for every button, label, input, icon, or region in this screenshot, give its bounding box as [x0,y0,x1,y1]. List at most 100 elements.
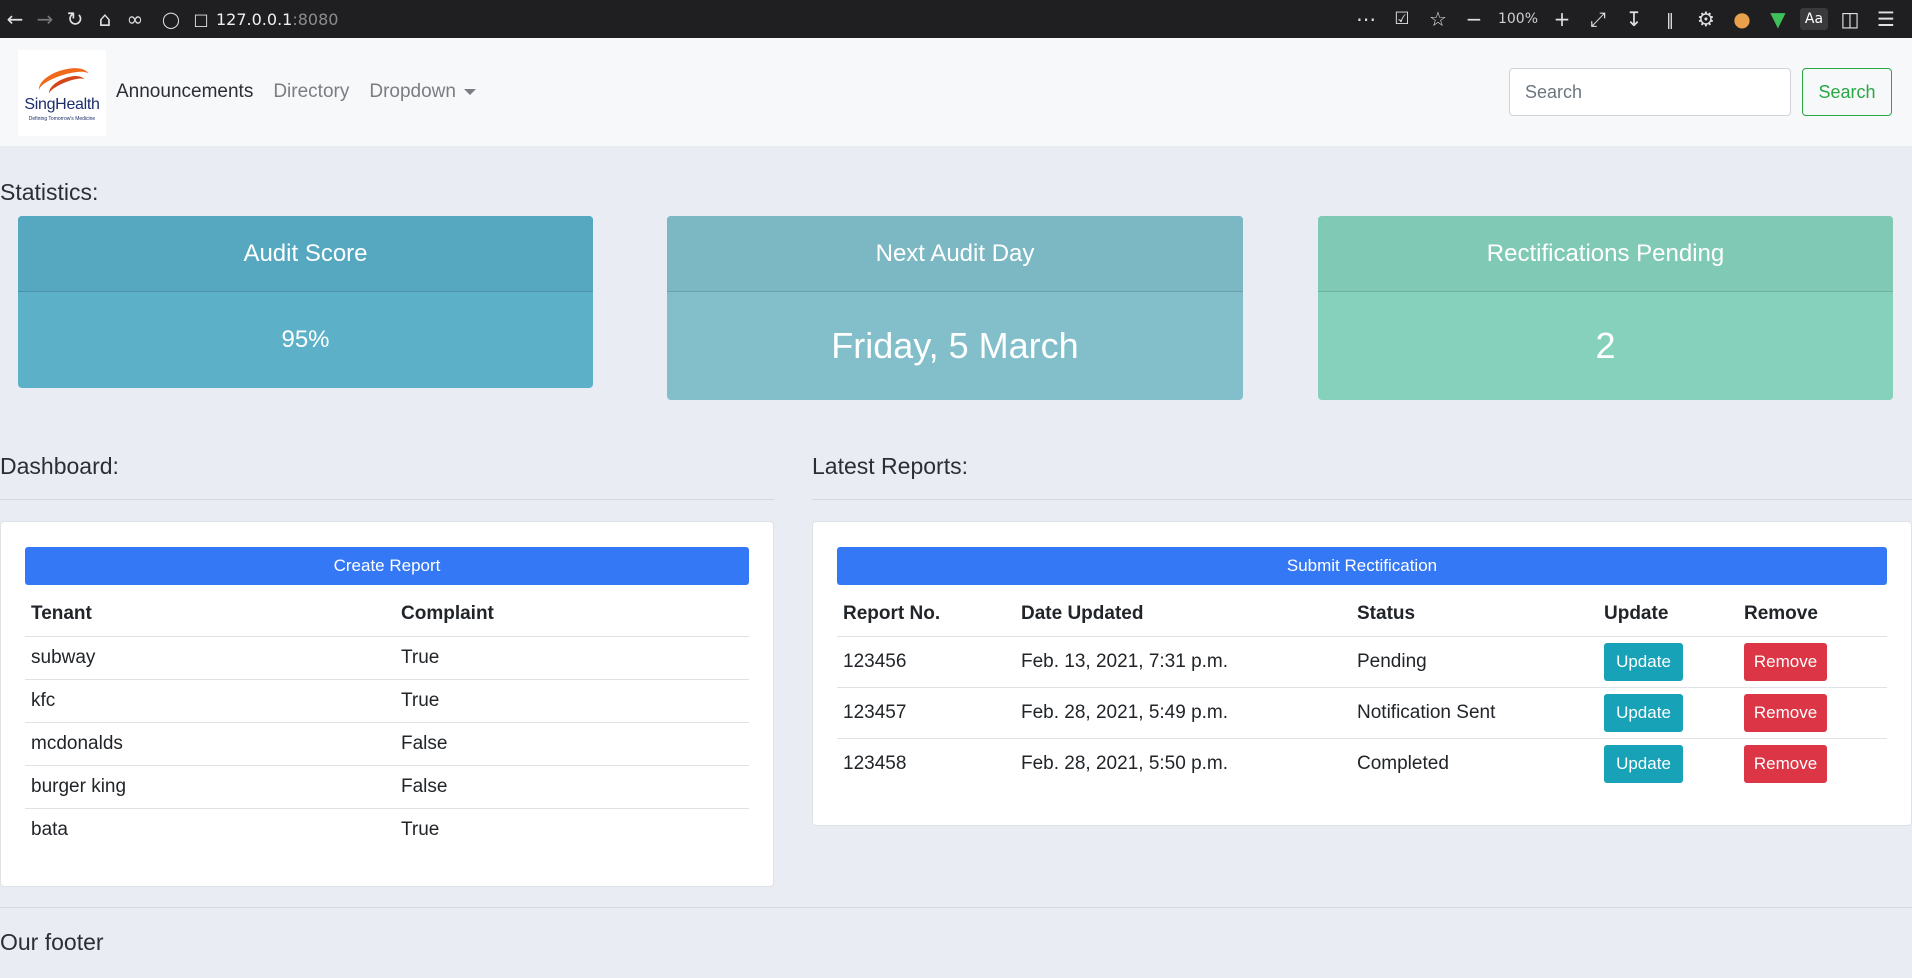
tenant-cell: burger king [25,764,395,808]
url-text[interactable]: 127.0.0.1:8080 [216,10,338,29]
logo-tagline: Defining Tomorrow's Medicine [28,116,96,122]
pocket-icon[interactable]: ☑ [1384,0,1420,38]
report-number-cell: 123458 [837,737,1015,789]
column-header-report-no: Report No. [843,602,941,624]
update-button[interactable]: Update [1604,642,1683,681]
extension-fox-icon[interactable]: ● [1724,0,1760,38]
complaint-cell: False [395,721,749,765]
column-header-complaint: Complaint [401,602,494,624]
url-host: 127.0.0.1 [216,9,293,29]
column-header-tenant: Tenant [31,602,92,624]
table-row: 123456 Feb. 13, 2021, 7:31 p.m. Pending … [837,635,1887,687]
nav-link-announcements[interactable]: Announcements [116,81,253,103]
singhealth-logo[interactable]: SingHealth Defining Tomorrow's Medicine [18,50,106,136]
table-row: 123457 Feb. 28, 2021, 5:49 p.m. Notifica… [837,686,1887,738]
table-row: 123458 Feb. 28, 2021, 5:50 p.m. Complete… [837,737,1887,789]
complaint-cell: True [395,678,749,722]
remove-button[interactable]: Remove [1744,642,1827,681]
complaint-cell: True [395,635,749,679]
stat-card-rectifications-pending: Rectifications Pending 2 [1318,216,1893,400]
remove-cell: Remove [1738,686,1887,738]
back-arrow-icon[interactable]: ← [0,0,30,38]
dashboard-panel: Create Report Tenant Complaint subway Tr… [0,521,774,887]
column-header-date-updated: Date Updated [1021,602,1144,624]
more-actions-icon[interactable]: ⋯ [1348,0,1384,38]
settings-gear-icon[interactable]: ⚙ [1688,0,1724,38]
status-cell: Pending [1351,635,1598,687]
reports-table: Report No. Date Updated Status Update Re… [837,592,1887,789]
zoom-level[interactable]: 100% [1492,11,1544,27]
download-icon[interactable]: ↧ [1616,0,1652,38]
logo-swoosh-icon [32,64,92,94]
status-cell: Completed [1351,737,1598,789]
stat-card-value: 2 [1595,325,1616,366]
search-button[interactable]: Search [1802,68,1892,116]
nav-links: Announcements Directory Dropdown [116,38,476,146]
library-icon[interactable]: ‖ [1652,0,1688,38]
table-header-row: Report No. Date Updated Status Update Re… [837,592,1887,636]
private-mask-icon[interactable]: ∞ [120,0,150,38]
update-cell: Update [1598,635,1738,687]
tenant-cell: subway [25,635,395,679]
fullscreen-icon[interactable]: ⤢ [1580,0,1616,38]
reader-view-label: Aa [1799,8,1829,30]
tenant-table: Tenant Complaint subway True kfc True mc… [25,592,749,851]
home-icon[interactable]: ⌂ [90,0,120,38]
zoom-in-icon[interactable]: + [1544,0,1580,38]
page-icon: □ [193,9,209,29]
caret-down-icon [463,88,476,95]
column-header-remove: Remove [1744,602,1818,624]
update-cell: Update [1598,686,1738,738]
bookmark-star-icon[interactable]: ☆ [1420,0,1456,38]
table-row: kfc True [25,678,749,722]
reload-icon[interactable]: ↻ [60,0,90,38]
report-number-cell: 123457 [837,686,1015,738]
latest-reports-heading: Latest Reports: [812,453,968,479]
statistics-heading: Statistics: [0,179,99,205]
nav-dropdown[interactable]: Dropdown [369,81,476,103]
extension-shield-icon[interactable]: ▼ [1760,0,1796,38]
url-port: :8080 [292,9,339,29]
create-report-button[interactable]: Create Report [25,547,749,585]
dashboard-divider [0,499,774,500]
table-row: burger king False [25,764,749,808]
browser-toolbar: ← → ↻ ⌂ ∞ ◯ □ 127.0.0.1:8080 ⋯ ☑ ☆ − 100… [0,0,1912,38]
nav-link-directory[interactable]: Directory [273,81,349,103]
stat-card-title: Audit Score [18,216,593,292]
column-header-update: Update [1604,602,1669,624]
column-header-status: Status [1357,602,1416,624]
date-updated-cell: Feb. 28, 2021, 5:49 p.m. [1015,686,1351,738]
stat-card-audit-score: Audit Score 95% [18,216,593,388]
zoom-out-icon[interactable]: − [1456,0,1492,38]
complaint-cell: True [395,807,749,851]
report-number-cell: 123456 [837,635,1015,687]
date-updated-cell: Feb. 13, 2021, 7:31 p.m. [1015,635,1351,687]
stat-card-next-audit-day: Next Audit Day Friday, 5 March [667,216,1243,400]
reports-divider [812,499,1912,500]
update-cell: Update [1598,737,1738,789]
browser-actions: ⋯ ☑ ☆ − 100% + ⤢ ↧ ‖ ⚙ ● ▼ Aa ◫ ☰ [1348,0,1904,38]
submit-rectification-button[interactable]: Submit Rectification [837,547,1887,585]
table-row: bata True [25,807,749,851]
reader-view-icon[interactable]: Aa [1796,0,1832,38]
footer-divider [0,907,1912,908]
forward-arrow-icon[interactable]: → [30,0,60,38]
update-button[interactable]: Update [1604,693,1683,732]
tenant-cell: kfc [25,678,395,722]
tenant-cell: bata [25,807,395,851]
remove-button[interactable]: Remove [1744,744,1827,783]
remove-button[interactable]: Remove [1744,693,1827,732]
update-button[interactable]: Update [1604,744,1683,783]
shield-icon[interactable]: ◯ [156,0,186,38]
reports-panel: Submit Rectification Report No. Date Upd… [812,521,1912,826]
date-updated-cell: Feb. 28, 2021, 5:50 p.m. [1015,737,1351,789]
status-cell: Notification Sent [1351,686,1598,738]
dashboard-heading: Dashboard: [0,453,119,479]
search-input[interactable] [1509,68,1791,116]
table-row: mcdonalds False [25,721,749,765]
stat-card-title: Rectifications Pending [1318,216,1893,292]
url-bar[interactable]: ◯ □ 127.0.0.1:8080 [156,0,338,38]
menu-icon[interactable]: ☰ [1868,0,1904,38]
complaint-cell: False [395,764,749,808]
sidebar-icon[interactable]: ◫ [1832,0,1868,38]
